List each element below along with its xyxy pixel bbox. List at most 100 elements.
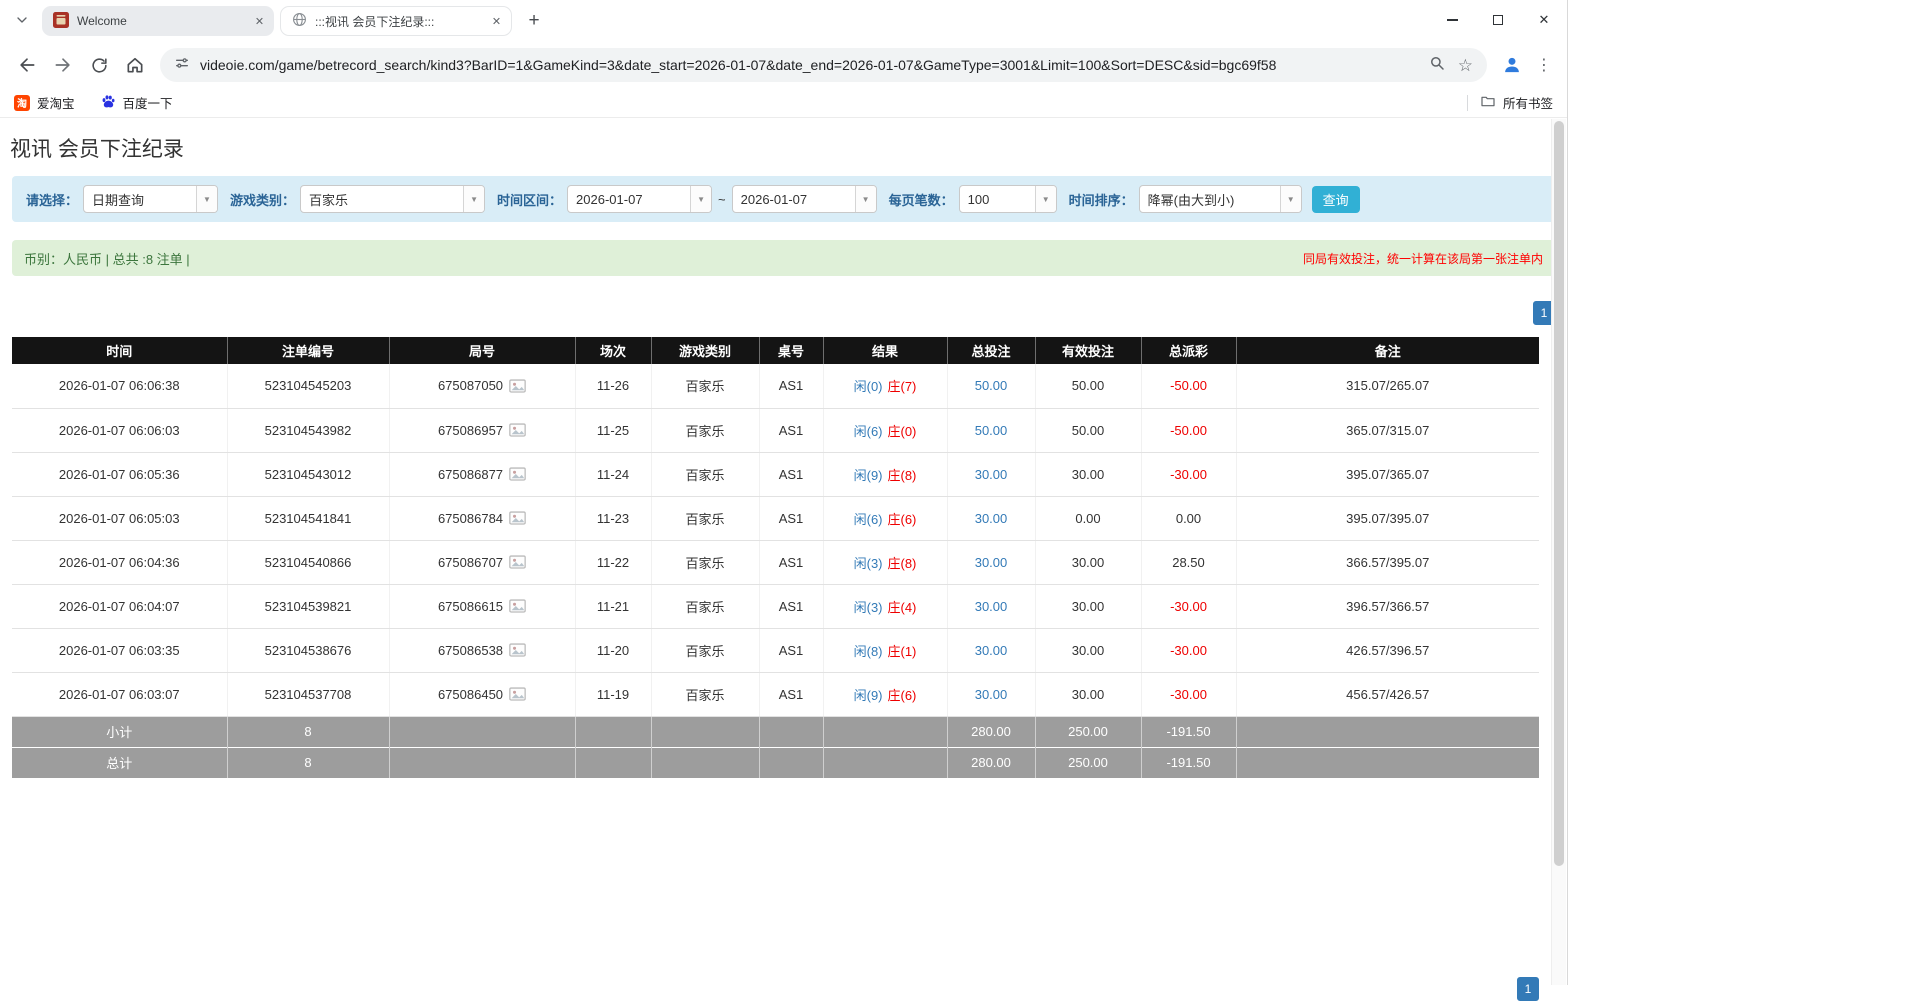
summary-payout: -191.50 [1141, 716, 1236, 747]
bet-id: 523104543982 [227, 408, 389, 452]
table-header-row: 时间注单编号局号场次游戏类别桌号结果总投注有效投注总派彩备注 [12, 337, 1539, 364]
roadmap-image-button[interactable] [509, 511, 526, 525]
total-bet[interactable]: 30.00 [947, 672, 1035, 716]
summary-label: 总计 [12, 747, 227, 778]
chevron-down-icon: ▼ [690, 186, 711, 212]
round-number: 675086784 [438, 511, 503, 526]
close-button[interactable]: ✕ [1521, 0, 1567, 40]
select-value: 降幂(由大到小) [1140, 190, 1280, 209]
tab-close-icon[interactable]: ✕ [488, 13, 505, 30]
total-bet[interactable]: 30.00 [947, 584, 1035, 628]
roadmap-image-button[interactable] [509, 423, 526, 437]
table-number: AS1 [759, 584, 823, 628]
profile-avatar-icon[interactable] [1495, 48, 1529, 82]
site-settings-icon[interactable] [174, 55, 190, 76]
roadmap-image-button[interactable] [509, 643, 526, 657]
payout: -30.00 [1141, 584, 1236, 628]
game-kind: 百家乐 [651, 452, 759, 496]
sort-order-select[interactable]: 降幂(由大到小) ▼ [1139, 185, 1302, 213]
game-kind-label: 游戏类别： [230, 190, 295, 209]
menu-kebab-icon[interactable]: ⋮ [1531, 48, 1557, 82]
summary-total-bet: 280.00 [947, 716, 1035, 747]
game-kind-select[interactable]: 百家乐 ▼ [300, 185, 485, 213]
roadmap-image-button[interactable] [509, 555, 526, 569]
table-row: 2026-01-07 06:03:35 523104538676 6750865… [12, 628, 1539, 672]
total-bet[interactable]: 30.00 [947, 452, 1035, 496]
note: 396.57/366.57 [1236, 584, 1539, 628]
empty-cell [651, 716, 759, 747]
bet-time: 2026-01-07 06:03:35 [12, 628, 227, 672]
roadmap-image-button[interactable] [509, 379, 526, 393]
date-start-select[interactable]: 2026-01-07 ▼ [567, 185, 712, 213]
banker-result: 庄(6) [888, 685, 917, 704]
note: 395.07/395.07 [1236, 496, 1539, 540]
game-kind: 百家乐 [651, 672, 759, 716]
date-separator: ~ [718, 192, 726, 207]
query-type-label: 请选择： [26, 190, 78, 209]
note: 315.07/265.07 [1236, 364, 1539, 408]
home-button[interactable] [118, 48, 152, 82]
bookmark-baidu[interactable]: 百度一下 [101, 93, 173, 112]
roadmap-image-button[interactable] [509, 687, 526, 701]
game-kind: 百家乐 [651, 364, 759, 408]
column-header: 时间 [12, 337, 227, 364]
tab-close-icon[interactable]: ✕ [251, 13, 268, 30]
page-scrollbar[interactable] [1551, 119, 1566, 985]
round-number: 675086450 [438, 687, 503, 702]
bet-id: 523104537708 [227, 672, 389, 716]
back-button[interactable] [10, 48, 44, 82]
tab-search-button[interactable] [8, 7, 36, 35]
date-end-select[interactable]: 2026-01-07 ▼ [732, 185, 877, 213]
new-tab-button[interactable]: + [520, 7, 548, 35]
chevron-down-icon: ▼ [1280, 186, 1301, 212]
player-result: 闲(6) [854, 421, 883, 440]
chevron-down-icon: ▼ [196, 186, 217, 212]
note: 366.57/395.07 [1236, 540, 1539, 584]
bet-time: 2026-01-07 06:05:03 [12, 496, 227, 540]
empty-cell [389, 747, 575, 778]
player-result: 闲(3) [854, 553, 883, 572]
empty-cell [575, 716, 651, 747]
all-bookmarks-button[interactable]: 所有书签 [1480, 93, 1553, 112]
summary-bar: 币别：人民币 | 总共 :8 注单 | 同局有效投注，统一计算在该局第一张注单内 [12, 240, 1555, 276]
maximize-button[interactable] [1475, 0, 1521, 40]
url-text[interactable]: videoie.com/game/betrecord_search/kind3?… [200, 57, 1418, 73]
roadmap-image-button[interactable] [509, 599, 526, 613]
total-bet[interactable]: 30.00 [947, 540, 1035, 584]
page-size-select[interactable]: 100 ▼ [959, 185, 1057, 213]
table-number: AS1 [759, 540, 823, 584]
player-result: 闲(9) [854, 465, 883, 484]
forward-button[interactable] [46, 48, 80, 82]
reload-button[interactable] [82, 48, 116, 82]
table-row: 2026-01-07 06:06:03 523104543982 6750869… [12, 408, 1539, 452]
total-bet[interactable]: 50.00 [947, 408, 1035, 452]
bookmark-star-icon[interactable]: ☆ [1458, 57, 1473, 74]
banker-result: 庄(8) [888, 465, 917, 484]
note: 426.57/396.57 [1236, 628, 1539, 672]
minimize-button[interactable] [1429, 0, 1475, 40]
column-header: 结果 [823, 337, 947, 364]
address-bar[interactable]: videoie.com/game/betrecord_search/kind3?… [160, 48, 1487, 82]
bet-time: 2026-01-07 06:03:07 [12, 672, 227, 716]
zoom-icon[interactable] [1428, 54, 1446, 77]
valid-bet: 30.00 [1035, 452, 1141, 496]
scrollbar-thumb[interactable] [1554, 121, 1564, 866]
summary-payout: -191.50 [1141, 747, 1236, 778]
total-bet[interactable]: 30.00 [947, 496, 1035, 540]
select-value: 2026-01-07 [568, 192, 690, 207]
bet-time: 2026-01-07 06:04:07 [12, 584, 227, 628]
tab-welcome[interactable]: Welcome ✕ [42, 6, 274, 36]
select-value: 日期查询 [84, 190, 196, 209]
bookmark-aitaobao[interactable]: 淘 爱淘宝 [14, 93, 75, 112]
page-1-button-bottom[interactable]: 1 [1517, 977, 1539, 1001]
valid-bet: 0.00 [1035, 496, 1141, 540]
tab-betrecord[interactable]: :::视讯 会员下注纪录::: ✕ [280, 6, 512, 36]
search-button[interactable]: 查询 [1312, 186, 1360, 213]
note: 456.57/426.57 [1236, 672, 1539, 716]
total-bet[interactable]: 30.00 [947, 628, 1035, 672]
currency-summary-text: 币别：人民币 | 总共 :8 注单 | [24, 249, 190, 268]
roadmap-image-button[interactable] [509, 467, 526, 481]
query-type-select[interactable]: 日期查询 ▼ [83, 185, 218, 213]
game-kind: 百家乐 [651, 628, 759, 672]
total-bet[interactable]: 50.00 [947, 364, 1035, 408]
